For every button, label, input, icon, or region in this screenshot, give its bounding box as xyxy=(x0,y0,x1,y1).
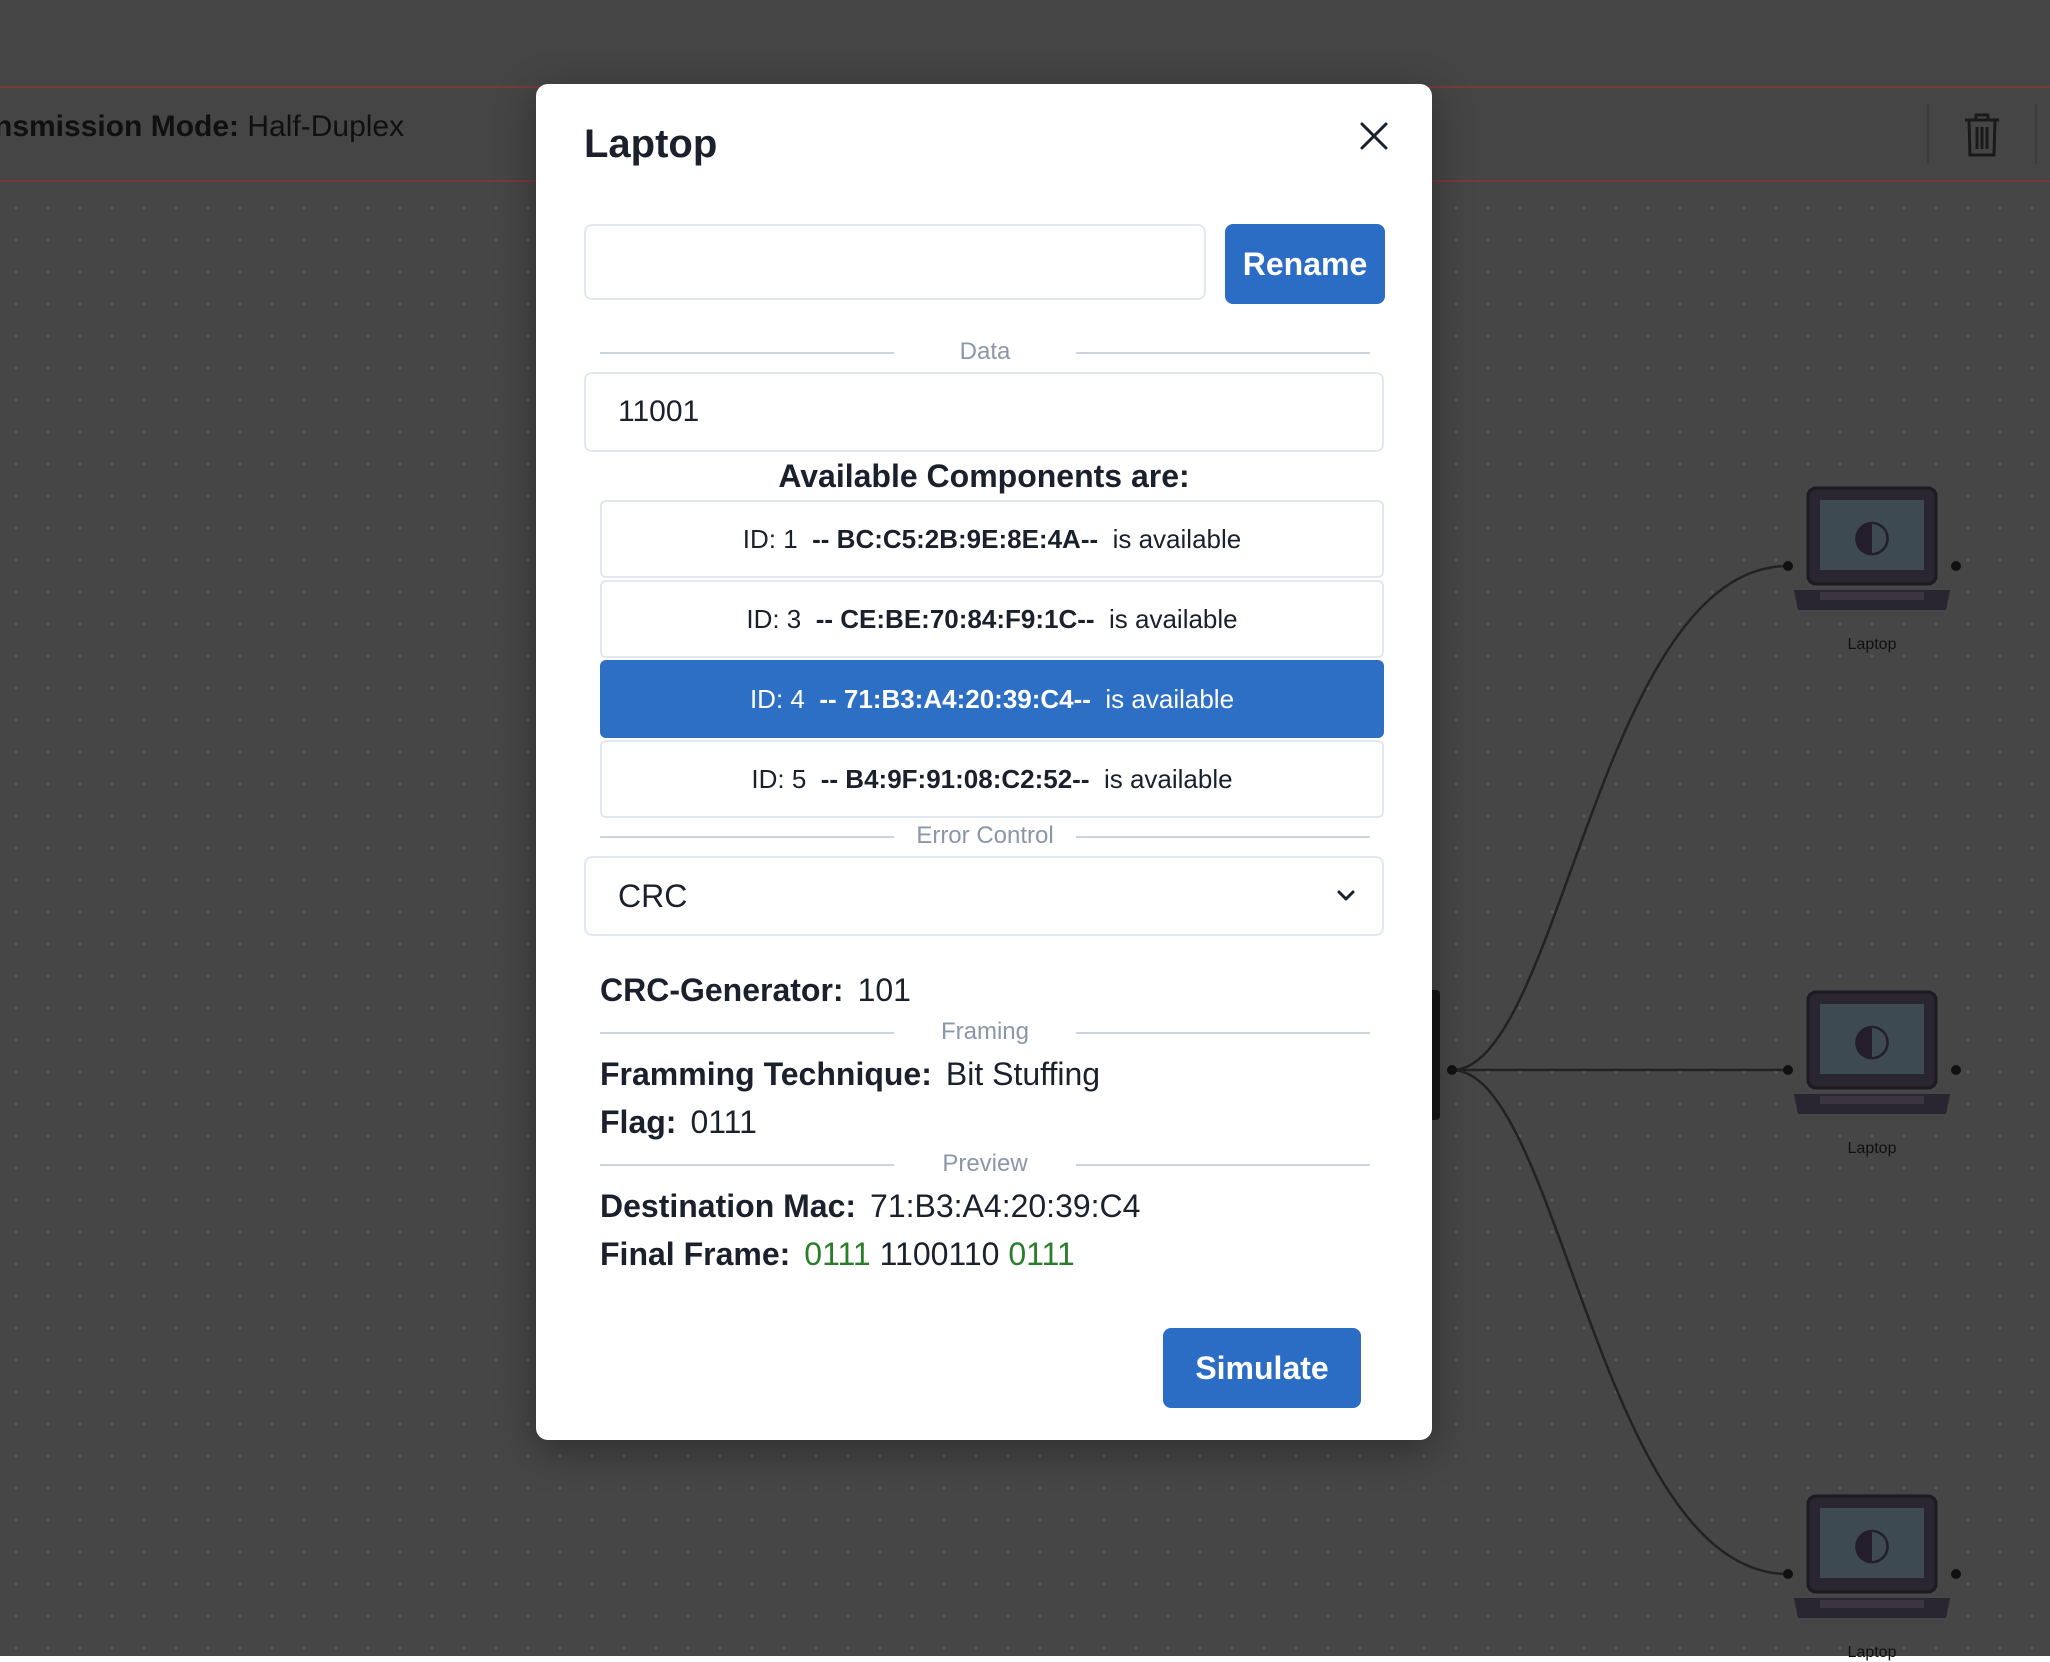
preview-divider: Preview xyxy=(600,1150,1370,1180)
close-icon[interactable] xyxy=(1352,114,1396,158)
chevron-down-icon xyxy=(1337,890,1355,901)
component-status: is available xyxy=(1112,523,1242,554)
final-frame-flag-end: 0111 xyxy=(1008,1236,1075,1272)
final-frame-payload: 1100110 xyxy=(879,1236,1000,1272)
error-control-divider: Error Control xyxy=(600,822,1370,852)
data-input[interactable] xyxy=(584,372,1384,452)
component-id: ID: 4 xyxy=(749,683,805,714)
flag: Flag: 0111 xyxy=(600,1104,757,1141)
simulate-button[interactable]: Simulate xyxy=(1163,1328,1361,1408)
components-heading: Available Components are: xyxy=(778,458,1190,494)
component-status: is available xyxy=(1103,763,1233,794)
destination-mac-label: Destination Mac: xyxy=(600,1188,857,1224)
framing-technique-label: Framming Technique: xyxy=(600,1056,932,1092)
destination-mac: Destination Mac: 71:B3:A4:20:39:C4 xyxy=(600,1188,1140,1225)
component-mac: -- CE:BE:70:84:F9:1C-- xyxy=(815,603,1095,634)
component-status: is available xyxy=(1105,683,1235,714)
final-frame: Final Frame: 0111 1100110 0111 xyxy=(600,1236,1075,1273)
rename-button[interactable]: Rename xyxy=(1225,224,1385,304)
error-control-label: Error Control xyxy=(916,822,1054,849)
preview-label: Preview xyxy=(942,1150,1028,1177)
laptop-modal: Laptop Rename Data Available Components … xyxy=(536,84,1432,1440)
framing-label: Framing xyxy=(940,1018,1030,1045)
framing-technique-value: Bit Stuffing xyxy=(945,1056,1101,1092)
framing-technique: Framming Technique: Bit Stuffing xyxy=(600,1056,1100,1093)
crc-generator: CRC-Generator: 101 xyxy=(600,972,911,1009)
component-item-selected[interactable]: ID: 4 -- 71:B3:A4:20:39:C4-- is availabl… xyxy=(600,660,1384,738)
framing-divider: Framing xyxy=(600,1018,1370,1048)
final-frame-flag-start: 0111 xyxy=(804,1236,871,1272)
flag-label: Flag: xyxy=(600,1104,677,1140)
component-status: is available xyxy=(1109,603,1238,634)
component-id: ID: 5 xyxy=(751,763,807,794)
destination-mac-value: 71:B3:A4:20:39:C4 xyxy=(870,1188,1141,1224)
component-id: ID: 3 xyxy=(746,603,802,634)
modal-title: Laptop xyxy=(584,122,718,166)
data-divider-label: Data xyxy=(959,338,1011,365)
component-item[interactable]: ID: 1 -- BC:C5:2B:9E:8E:4A-- is availabl… xyxy=(600,500,1384,578)
component-mac: -- BC:C5:2B:9E:8E:4A-- xyxy=(812,523,1099,554)
component-item[interactable]: ID: 5 -- B4:9F:91:08:C2:52-- is availabl… xyxy=(600,740,1384,818)
error-control-value: CRC xyxy=(618,878,688,914)
data-divider: Data xyxy=(600,338,1370,368)
component-mac: -- B4:9F:91:08:C2:52-- xyxy=(820,763,1090,794)
crc-generator-value: 101 xyxy=(857,972,911,1008)
error-control-select[interactable]: CRC xyxy=(584,856,1384,936)
flag-value: 0111 xyxy=(690,1104,757,1140)
component-mac: -- 71:B3:A4:20:39:C4-- xyxy=(819,683,1091,714)
crc-generator-label: CRC-Generator: xyxy=(600,972,844,1008)
rename-input[interactable] xyxy=(584,224,1206,300)
final-frame-label: Final Frame: xyxy=(600,1236,791,1272)
component-item[interactable]: ID: 3 -- CE:BE:70:84:F9:1C-- is availabl… xyxy=(600,580,1384,658)
component-id: ID: 1 xyxy=(742,523,798,554)
